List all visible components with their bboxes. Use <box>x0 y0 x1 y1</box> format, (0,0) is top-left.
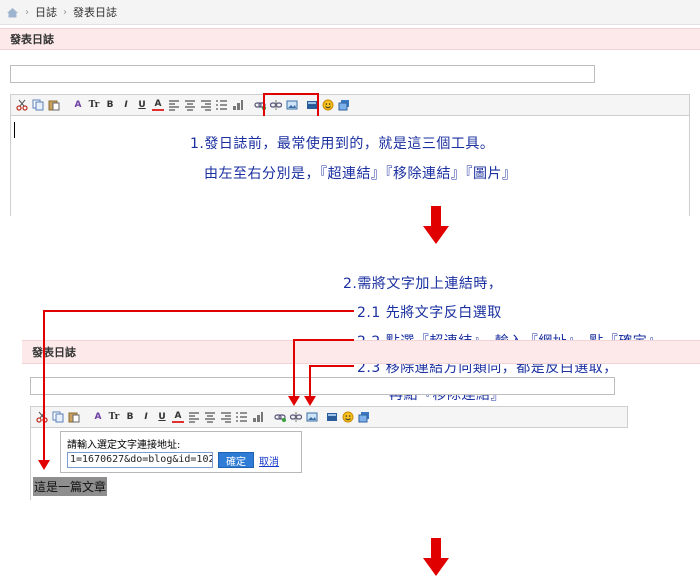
italic-icon[interactable]: I <box>120 99 132 111</box>
align-left-icon[interactable] <box>168 99 180 111</box>
editor-toolbar: A Tr B I U A <box>30 406 628 428</box>
font-icon[interactable]: A <box>72 99 84 111</box>
emoticon-icon[interactable] <box>342 411 354 423</box>
section-header: 發表日誌 <box>0 28 700 50</box>
font-size-icon[interactable]: Tr <box>88 99 100 111</box>
copy-icon[interactable] <box>32 99 44 111</box>
editor-toolbar: A Tr B I U A <box>10 93 690 119</box>
font-icon[interactable]: A <box>92 411 104 423</box>
instruction-text: 由左至右分別是，『超連結』『移除連結』『圖片』 <box>204 166 517 182</box>
copy-icon[interactable] <box>52 411 64 423</box>
cancel-link[interactable]: 取消 <box>259 453 279 468</box>
emoticon-icon[interactable] <box>322 99 334 111</box>
attachment-icon[interactable] <box>358 411 370 423</box>
breadcrumb: › 日誌 › 發表日誌 <box>0 0 700 25</box>
paste-icon[interactable] <box>68 411 80 423</box>
instruction-text: 2.1 先將文字反白選取 <box>357 305 502 321</box>
title-input[interactable] <box>30 377 615 395</box>
bold-icon[interactable]: B <box>104 99 116 111</box>
underline-icon[interactable]: U <box>156 411 168 423</box>
attachment-icon[interactable] <box>338 99 350 111</box>
align-center-icon[interactable] <box>204 411 216 423</box>
bold-icon[interactable]: B <box>124 411 136 423</box>
section-title: 發表日誌 <box>32 346 76 359</box>
breadcrumb-item-post[interactable]: 發表日誌 <box>73 4 117 20</box>
breadcrumb-separator: › <box>25 6 29 18</box>
image-icon[interactable] <box>306 411 318 423</box>
ordered-list-icon[interactable] <box>236 411 248 423</box>
align-right-icon[interactable] <box>200 99 212 111</box>
link-icon[interactable] <box>274 411 286 423</box>
title-input[interactable] <box>10 65 595 83</box>
cut-icon[interactable] <box>16 99 28 111</box>
link-dialog: 請輸入選定文字連接地址: 1=1670627&do=blog&id=102260… <box>60 431 302 473</box>
align-center-icon[interactable] <box>184 99 196 111</box>
instruction-text: 1.發日誌前，最常使用到的，就是這三個工具。 <box>190 136 495 152</box>
paste-icon[interactable] <box>48 99 60 111</box>
url-input[interactable]: 1=1670627&do=blog&id=1022604 <box>67 452 213 468</box>
ordered-list-icon[interactable] <box>216 99 228 111</box>
breadcrumb-separator: › <box>63 6 67 18</box>
link-dialog-label: 請輸入選定文字連接地址: <box>67 440 181 451</box>
underline-icon[interactable]: U <box>136 99 148 111</box>
media-icon[interactable] <box>326 411 338 423</box>
font-size-icon[interactable]: Tr <box>108 411 120 423</box>
home-icon[interactable] <box>6 7 19 18</box>
section-header: 發表日誌 <box>22 340 700 364</box>
align-left-icon[interactable] <box>188 411 200 423</box>
down-arrow-icon <box>423 206 449 244</box>
selected-text[interactable]: 這是一篇文章 <box>33 477 108 496</box>
unordered-list-icon[interactable] <box>232 99 244 111</box>
instruction-text: 2.需將文字加上連結時， <box>343 276 503 292</box>
confirm-button[interactable]: 確定 <box>218 452 254 468</box>
section-title: 發表日誌 <box>10 33 54 46</box>
font-color-icon[interactable]: A <box>152 99 164 111</box>
down-arrow-icon <box>423 538 449 576</box>
unlink-icon[interactable] <box>290 411 302 423</box>
italic-icon[interactable]: I <box>140 411 152 423</box>
cut-icon[interactable] <box>36 411 48 423</box>
align-right-icon[interactable] <box>220 411 232 423</box>
unordered-list-icon[interactable] <box>252 411 264 423</box>
font-color-icon[interactable]: A <box>172 411 184 423</box>
breadcrumb-item-diary[interactable]: 日誌 <box>35 4 57 20</box>
text-cursor <box>14 122 15 138</box>
